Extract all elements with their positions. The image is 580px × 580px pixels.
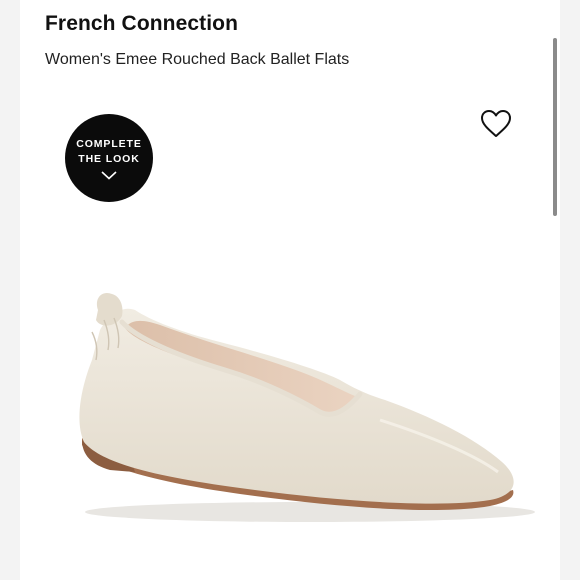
chevron-down-icon — [101, 170, 117, 180]
product-image — [79, 292, 535, 522]
scrollbar[interactable] — [553, 38, 557, 216]
complete-the-look-line1: COMPLETE — [76, 137, 142, 150]
left-gutter — [0, 0, 20, 580]
complete-the-look-button[interactable]: COMPLETE THE LOOK — [65, 114, 153, 202]
brand-name[interactable]: French Connection — [45, 12, 238, 36]
product-page: French Connection Women's Emee Rouched B… — [0, 0, 580, 580]
product-title: Women's Emee Rouched Back Ballet Flats — [45, 51, 350, 68]
right-gutter — [560, 0, 580, 580]
heart-icon — [481, 110, 511, 137]
complete-the-look-line2: THE LOOK — [78, 152, 140, 165]
favorite-button[interactable] — [480, 109, 512, 139]
